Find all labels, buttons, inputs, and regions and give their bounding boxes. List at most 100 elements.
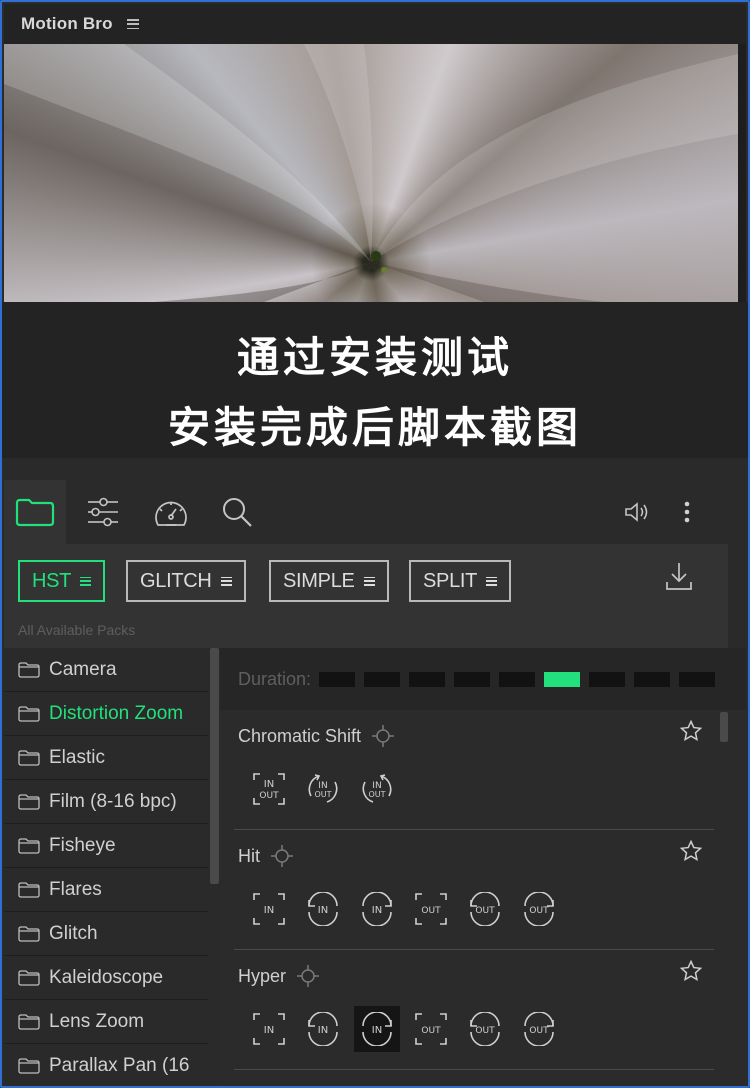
effect-title: Hit bbox=[238, 844, 294, 868]
pack-label: GLITCH bbox=[140, 569, 212, 592]
tool-timing[interactable] bbox=[140, 480, 202, 544]
variant-in-out[interactable]: IN OUT bbox=[246, 766, 292, 812]
variant-out-rotate-left[interactable]: OUT bbox=[462, 1006, 508, 1052]
pack-glitch[interactable]: GLITCH bbox=[126, 560, 246, 602]
variant-out[interactable]: OUT bbox=[408, 886, 454, 932]
category-label: Elastic bbox=[49, 746, 105, 768]
svg-text:IN: IN bbox=[264, 1025, 274, 1036]
category-item[interactable]: Fisheye bbox=[4, 824, 208, 868]
favorite-button[interactable] bbox=[679, 719, 703, 747]
speaker-icon bbox=[625, 502, 648, 522]
duration-segment[interactable] bbox=[679, 671, 716, 687]
menu-icon bbox=[486, 576, 498, 586]
pack-simple[interactable]: SIMPLE bbox=[269, 560, 389, 602]
preview-swirl-image bbox=[4, 44, 738, 302]
svg-text:IN: IN bbox=[318, 905, 328, 916]
effect-card: Hit IN IN IN OUT OUT OUT bbox=[234, 830, 714, 950]
duration-selector: Duration: bbox=[220, 648, 746, 710]
favorite-button[interactable] bbox=[679, 839, 703, 867]
variant-in-out-rotate-left[interactable]: IN OUT bbox=[300, 766, 346, 812]
category-list: Camera Distortion Zoom Elastic Film (8-1… bbox=[4, 648, 208, 1084]
svg-text:OUT: OUT bbox=[529, 1026, 549, 1036]
toolbar bbox=[4, 480, 746, 544]
in-rotate-left-icon: IN bbox=[308, 892, 338, 926]
category-item[interactable]: Kaleidoscope bbox=[4, 956, 208, 1000]
variant-in-rotate-right[interactable]: IN bbox=[354, 886, 400, 932]
preview-edge bbox=[738, 44, 746, 302]
sliders-icon bbox=[88, 497, 118, 527]
tool-settings[interactable] bbox=[72, 480, 134, 544]
caption-banner: 通过安装测试 安装完成后脚本截图 bbox=[0, 302, 750, 458]
effect-title: Hyper bbox=[238, 964, 320, 988]
variant-out-rotate-right[interactable]: OUT bbox=[516, 1006, 562, 1052]
variant-in[interactable]: IN bbox=[246, 1006, 292, 1052]
duration-label: Duration: bbox=[238, 668, 312, 689]
speedometer-icon bbox=[155, 501, 187, 526]
pack-split[interactable]: SPLIT bbox=[409, 560, 512, 602]
more-options-button[interactable] bbox=[656, 480, 718, 544]
svg-text:OUT: OUT bbox=[529, 906, 549, 916]
variant-out[interactable]: OUT bbox=[408, 1006, 454, 1052]
svg-text:IN: IN bbox=[372, 1025, 382, 1036]
menu-icon bbox=[220, 576, 232, 586]
in-rotate-right-icon: IN bbox=[362, 892, 392, 926]
duration-segment[interactable] bbox=[364, 671, 401, 687]
panel-header: Motion Bro bbox=[4, 4, 746, 44]
panel-title: Motion Bro bbox=[21, 14, 113, 33]
svg-text:IN: IN bbox=[372, 905, 382, 916]
folder-icon bbox=[18, 881, 40, 898]
category-item[interactable]: Camera bbox=[4, 648, 208, 692]
category-label: Glitch bbox=[49, 922, 98, 944]
tool-search[interactable] bbox=[206, 480, 268, 544]
effect-preview bbox=[4, 44, 738, 302]
effect-card: Chromatic Shift IN OUT IN OUT IN OUT bbox=[234, 710, 714, 830]
menu-icon bbox=[363, 576, 375, 586]
pack-label: SIMPLE bbox=[283, 569, 355, 592]
variant-list: IN IN IN OUT OUT OUT bbox=[246, 886, 570, 932]
anchor-target-icon[interactable] bbox=[296, 964, 320, 988]
category-item[interactable]: Film (8-16 bpc) bbox=[4, 780, 208, 824]
category-scrollbar[interactable] bbox=[210, 648, 219, 884]
duration-segment[interactable] bbox=[499, 671, 536, 687]
duration-segment[interactable] bbox=[634, 671, 671, 687]
svg-text:OUT: OUT bbox=[475, 906, 495, 916]
folder-icon bbox=[18, 793, 40, 810]
variant-in-out-rotate-right[interactable]: IN OUT bbox=[354, 766, 400, 812]
category-item[interactable]: Elastic bbox=[4, 736, 208, 780]
duration-segment[interactable] bbox=[319, 671, 356, 687]
category-item[interactable]: Glitch bbox=[4, 912, 208, 956]
category-item[interactable]: Flares bbox=[4, 868, 208, 912]
anchor-target-icon[interactable] bbox=[270, 844, 294, 868]
favorite-button[interactable] bbox=[679, 959, 703, 987]
packs-caption: All Available Packs bbox=[18, 622, 136, 638]
duration-segment[interactable] bbox=[454, 671, 491, 687]
svg-text:OUT: OUT bbox=[475, 1026, 495, 1036]
svg-text:OUT: OUT bbox=[314, 790, 331, 799]
category-item-active[interactable]: Distortion Zoom bbox=[4, 692, 208, 736]
pack-label: SPLIT bbox=[423, 569, 478, 592]
folder-icon bbox=[18, 925, 40, 942]
category-item[interactable]: Parallax Pan (16 bbox=[4, 1044, 208, 1084]
category-label: Camera bbox=[49, 658, 117, 680]
category-label: Kaleidoscope bbox=[49, 966, 164, 988]
variant-out-rotate-right[interactable]: OUT bbox=[516, 886, 562, 932]
variant-out-rotate-left[interactable]: OUT bbox=[462, 886, 508, 932]
effects-scrollbar[interactable] bbox=[720, 712, 728, 742]
folder-icon bbox=[18, 969, 40, 986]
category-label: Film (8-16 bpc) bbox=[49, 790, 177, 812]
variant-in-rotate-left[interactable]: IN bbox=[300, 1006, 346, 1052]
download-button[interactable] bbox=[664, 560, 694, 597]
panel-menu-icon[interactable] bbox=[126, 19, 139, 29]
variant-in-rotate-right-selected[interactable]: IN bbox=[354, 1006, 400, 1052]
duration-segment-selected[interactable] bbox=[544, 671, 581, 687]
variant-in-rotate-left[interactable]: IN bbox=[300, 886, 346, 932]
pack-hst[interactable]: HST bbox=[18, 560, 106, 602]
category-item[interactable]: Lens Zoom bbox=[4, 1000, 208, 1044]
in-out-rotate-icon: INOUT bbox=[308, 774, 338, 803]
tool-folder[interactable] bbox=[4, 480, 66, 544]
effect-name: Chromatic Shift bbox=[238, 725, 362, 746]
variant-in[interactable]: IN bbox=[246, 886, 292, 932]
duration-segment[interactable] bbox=[589, 671, 626, 687]
anchor-target-icon[interactable] bbox=[371, 724, 395, 748]
duration-segment[interactable] bbox=[409, 671, 446, 687]
